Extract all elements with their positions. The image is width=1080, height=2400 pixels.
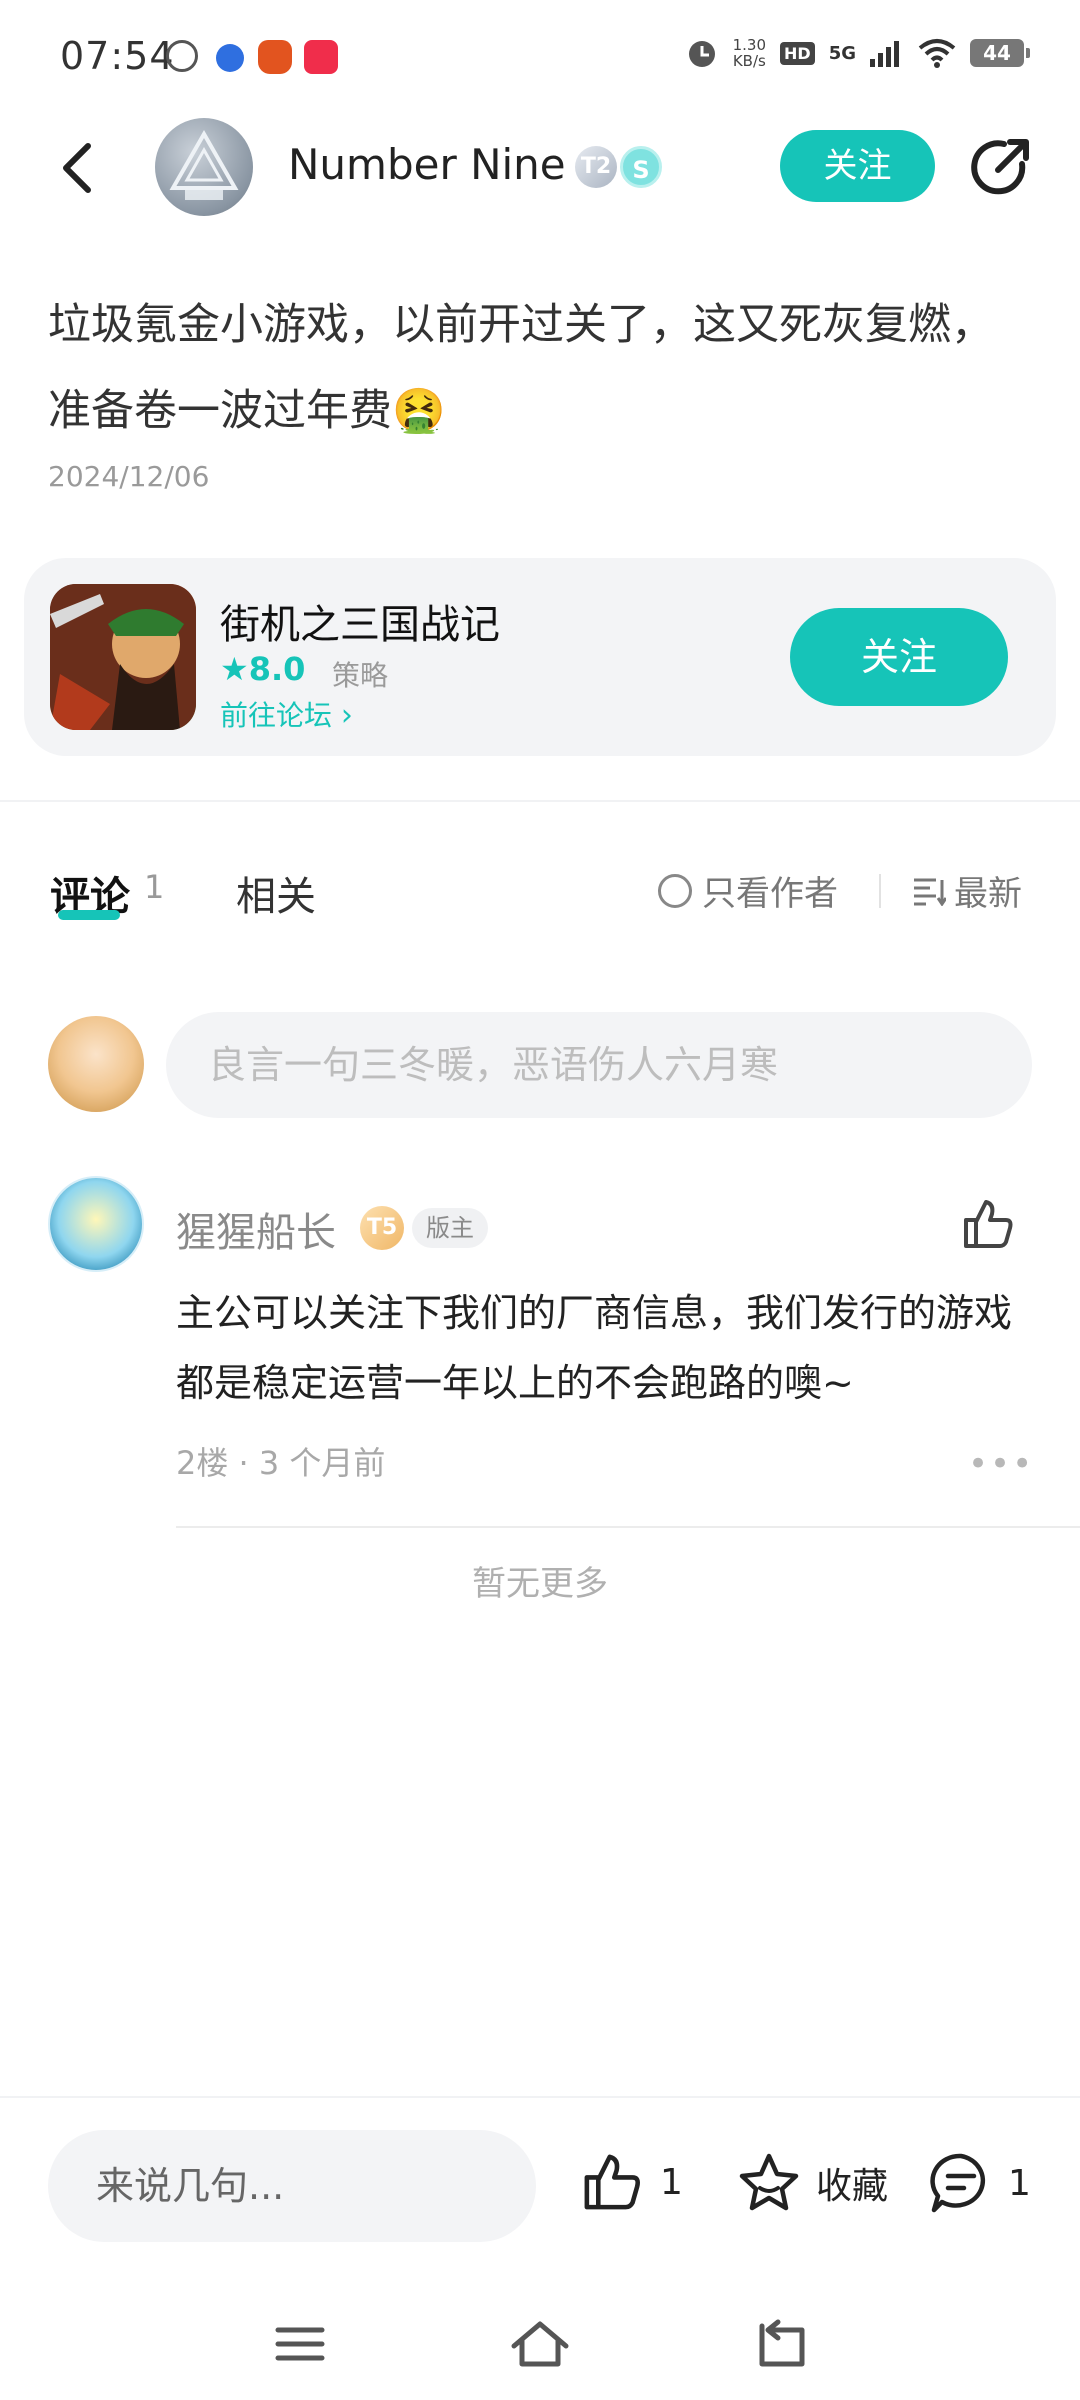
section-divider bbox=[0, 800, 1080, 802]
thumbs-up-icon bbox=[584, 2154, 640, 2210]
chevron-right-icon: › bbox=[340, 698, 353, 733]
post-body: 垃圾氪金小游戏，以前开过关了，这又死灰复燃，准备卷一波过年费🤮 bbox=[48, 300, 994, 436]
author-only-label[interactable]: 只看作者 bbox=[702, 866, 838, 915]
signal-icon bbox=[870, 41, 899, 67]
author-only-toggle[interactable]: 只看作者 bbox=[658, 866, 838, 915]
comment-count: 1 bbox=[1008, 2162, 1031, 2204]
author-name[interactable]: Number Nine bbox=[288, 140, 566, 189]
tab-related[interactable]: 相关 bbox=[236, 864, 316, 922]
wifi-icon bbox=[918, 39, 956, 68]
comment-bubble-icon bbox=[930, 2153, 986, 2213]
sort-icon bbox=[914, 878, 946, 906]
favorite-button[interactable]: 收藏 bbox=[736, 2150, 888, 2216]
reply-input[interactable]: 来说几句... bbox=[48, 2130, 536, 2242]
radio-icon[interactable] bbox=[658, 873, 692, 908]
game-rating-value: 8.0 bbox=[248, 650, 306, 688]
bottom-bar-divider bbox=[0, 2096, 1080, 2098]
star-icon: ★ bbox=[220, 650, 249, 688]
post-date: 2024/12/06 bbox=[48, 460, 210, 493]
no-more-text: 暂无更多 bbox=[472, 1564, 608, 1604]
alarm-icon bbox=[688, 41, 715, 67]
comment-input[interactable]: 良言一句三冬暖，恶语伤人六月寒 bbox=[166, 1012, 1032, 1118]
my-avatar[interactable] bbox=[48, 1016, 144, 1112]
k-icon bbox=[166, 40, 198, 72]
home-icon[interactable] bbox=[508, 2312, 572, 2376]
status-bar: 07:54 1.30 KB/s HD 5G 44 bbox=[0, 0, 1080, 120]
author-avatar[interactable] bbox=[155, 118, 253, 216]
comments-count: 1 bbox=[144, 868, 165, 906]
share-icon[interactable] bbox=[968, 134, 1034, 200]
menu-icon[interactable] bbox=[268, 2312, 332, 2376]
net-speed: 1.30 KB/s bbox=[733, 37, 766, 69]
app-red-icon bbox=[304, 40, 338, 74]
comment-divider bbox=[176, 1526, 1080, 1528]
tab-active-indicator bbox=[58, 910, 120, 920]
game-art-icon bbox=[50, 584, 196, 730]
s-badge: S bbox=[620, 146, 662, 188]
comment-meta: 2楼 · 3 个月前 bbox=[176, 1438, 385, 1484]
like-count: 1 bbox=[660, 2161, 683, 2203]
follow-author-button[interactable]: 关注 bbox=[780, 130, 935, 202]
game-genre: 策略 bbox=[332, 659, 389, 692]
game-card[interactable]: 街机之三国战记 ★8.0 策略 前往论坛 › 关注 bbox=[24, 558, 1056, 756]
commenter-avatar[interactable] bbox=[48, 1176, 144, 1272]
paw-icon bbox=[216, 44, 244, 72]
commenter-level-badge: T5 bbox=[360, 1206, 404, 1250]
filter-separator bbox=[879, 874, 881, 908]
game-rating: ★8.0 bbox=[220, 650, 305, 688]
comment-time: 3 个月前 bbox=[258, 1444, 386, 1482]
favorite-label: 收藏 bbox=[816, 2166, 889, 2207]
game-name[interactable]: 街机之三国战记 bbox=[220, 592, 500, 650]
post-header: Number Nine T2 S 关注 bbox=[0, 110, 1080, 230]
meta-dot: · bbox=[238, 1444, 259, 1482]
status-right: 1.30 KB/s HD 5G 44 bbox=[685, 36, 1030, 70]
battery-icon: 44 bbox=[970, 39, 1030, 67]
back-arrow-icon[interactable] bbox=[52, 138, 112, 198]
comment-text: 主公可以关注下我们的厂商信息，我们发行的游戏都是稳定运营一年以上的不会跑路的噢~ bbox=[176, 1291, 1013, 1405]
forum-link[interactable]: 前往论坛 › bbox=[220, 694, 353, 734]
net-speed-unit: KB/s bbox=[732, 52, 766, 70]
hd-badge: HD bbox=[780, 41, 815, 65]
level-badge: T2 bbox=[575, 146, 617, 188]
sort-button[interactable]: 最新 bbox=[912, 866, 1022, 915]
pumpkin-icon bbox=[258, 40, 292, 74]
more-options-icon[interactable]: ••• bbox=[968, 1444, 1034, 1484]
net-speed-value: 1.30 bbox=[732, 36, 767, 54]
like-button[interactable]: 1 bbox=[580, 2150, 683, 2214]
game-icon[interactable] bbox=[50, 584, 196, 730]
moderator-badge: 版主 bbox=[412, 1208, 488, 1248]
sort-label[interactable]: 最新 bbox=[954, 866, 1022, 915]
status-time: 07:54 bbox=[60, 34, 175, 78]
comment-floor: 2楼 bbox=[176, 1444, 229, 1482]
commenter-name[interactable]: 猩猩船长 bbox=[176, 1200, 336, 1258]
forum-link-label[interactable]: 前往论坛 bbox=[220, 699, 332, 732]
system-nav-bar bbox=[0, 2290, 1080, 2400]
author-logo-icon bbox=[169, 129, 239, 200]
follow-game-button[interactable]: 关注 bbox=[790, 608, 1008, 706]
comment-button[interactable]: 1 bbox=[928, 2150, 1031, 2216]
comment-like-icon[interactable] bbox=[960, 1196, 1016, 1252]
network-label: 5G bbox=[828, 42, 856, 64]
star-outline-icon bbox=[739, 2153, 799, 2211]
back-icon[interactable] bbox=[748, 2312, 812, 2376]
